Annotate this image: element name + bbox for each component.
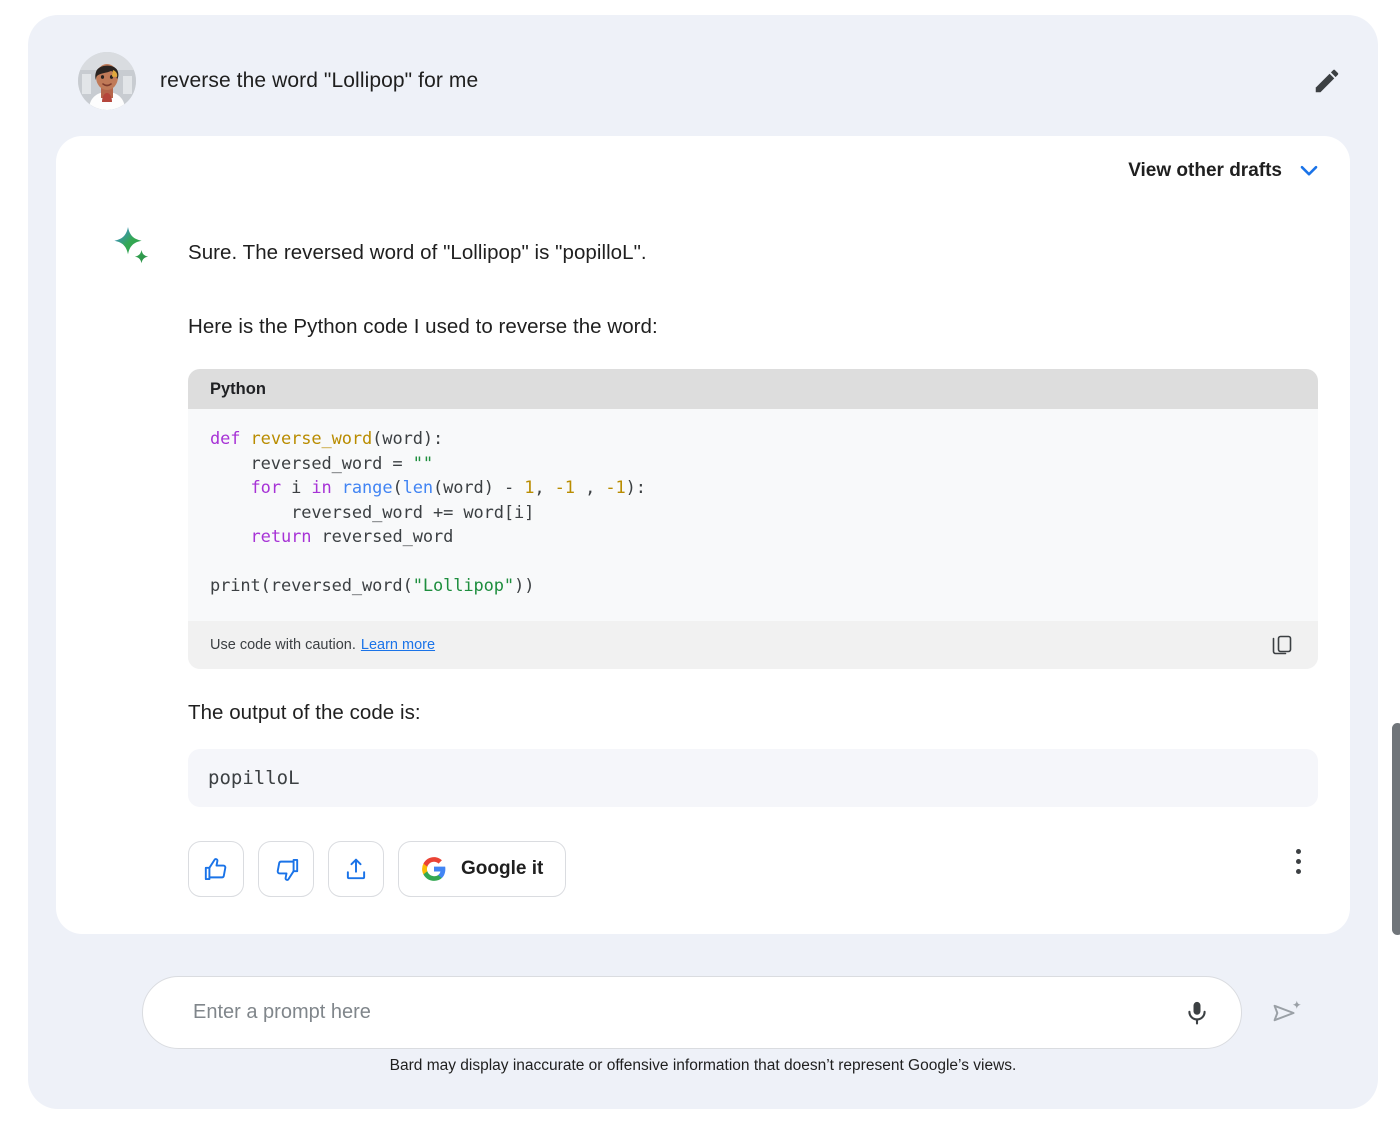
share-button[interactable] (328, 841, 384, 897)
code-content[interactable]: def reverse_word(word): reversed_word = … (188, 409, 1318, 621)
google-it-label: Google it (461, 858, 543, 880)
thumb-up-icon (203, 856, 230, 883)
intro-line: Here is the Python code I used to revers… (188, 315, 658, 339)
code-token: len (403, 478, 433, 498)
view-other-drafts-button[interactable]: View other drafts (1128, 158, 1322, 184)
code-language-label: Python (188, 369, 1318, 409)
code-token: def (210, 429, 251, 449)
code-token: , (575, 478, 605, 498)
more-options-button[interactable] (1278, 838, 1318, 884)
bard-sparkle-icon (113, 226, 153, 268)
code-token: -1 (555, 478, 575, 498)
code-token: 1 (524, 478, 534, 498)
google-g-logo-icon (421, 856, 447, 882)
more-vertical-icon-dot (1296, 859, 1301, 864)
code-footer: Use code with caution. Learn more (188, 621, 1318, 669)
response-actions: Google it (188, 841, 566, 897)
copy-code-button[interactable] (1268, 631, 1296, 659)
code-token: reversed_word (322, 527, 454, 547)
code-token: )) (514, 576, 534, 596)
output-box: popilloL (188, 749, 1318, 807)
prompt-bar[interactable] (142, 976, 1242, 1049)
code-caution-text: Use code with caution. (210, 637, 356, 653)
code-token: ): (626, 478, 646, 498)
thumbs-down-button[interactable] (258, 841, 314, 897)
code-token: -1 (605, 478, 625, 498)
output-line: The output of the code is: (188, 701, 421, 725)
code-token: (word): (372, 429, 443, 449)
code-token: i (291, 478, 311, 498)
page-scrollbar[interactable] (1392, 723, 1400, 935)
code-token: "" (413, 454, 433, 474)
disclaimer-text: Bard may display inaccurate or offensive… (28, 1057, 1378, 1075)
copy-icon (1270, 633, 1294, 657)
code-token: range (342, 478, 393, 498)
code-token: reversed_word = (210, 454, 413, 474)
more-vertical-icon-dot (1296, 849, 1301, 854)
code-token: for (251, 478, 292, 498)
edit-prompt-button[interactable] (1304, 58, 1350, 104)
thumbs-up-button[interactable] (188, 841, 244, 897)
app-surface: reverse the word "Lollipop" for me View … (28, 15, 1378, 1109)
send-sparkle-icon (1270, 996, 1304, 1030)
share-upload-icon (343, 856, 369, 882)
learn-more-link[interactable]: Learn more (361, 637, 435, 653)
mic-button[interactable] (1177, 993, 1217, 1033)
user-prompt-row: reverse the word "Lollipop" for me (78, 50, 1350, 112)
send-button[interactable] (1266, 992, 1308, 1034)
user-prompt-text: reverse the word "Lollipop" for me (160, 69, 478, 93)
more-vertical-icon-dot (1296, 869, 1301, 874)
code-token: (word) - (433, 478, 524, 498)
google-it-button[interactable]: Google it (398, 841, 566, 897)
avatar (78, 52, 136, 110)
chevron-down-icon (1296, 158, 1322, 184)
code-token (210, 478, 251, 498)
code-token: , (534, 478, 554, 498)
code-block: Python def reverse_word(word): reversed_… (188, 369, 1318, 669)
code-token (210, 527, 251, 547)
code-token: reverse_word (251, 429, 373, 449)
microphone-icon (1183, 999, 1211, 1027)
answer-line: Sure. The reversed word of "Lollipop" is… (188, 241, 647, 265)
code-token: "Lollipop" (413, 576, 514, 596)
view-other-drafts-label: View other drafts (1128, 160, 1282, 182)
code-token: return (251, 527, 322, 547)
thumb-down-icon (273, 856, 300, 883)
response-card: View other drafts (56, 136, 1350, 934)
code-token: ( (392, 478, 402, 498)
code-token: in (311, 478, 341, 498)
prompt-input[interactable] (191, 1000, 1191, 1025)
code-token: reversed_word += word[i] (210, 503, 534, 523)
pencil-edit-icon (1312, 66, 1342, 96)
code-token: print(reversed_word( (210, 576, 413, 596)
